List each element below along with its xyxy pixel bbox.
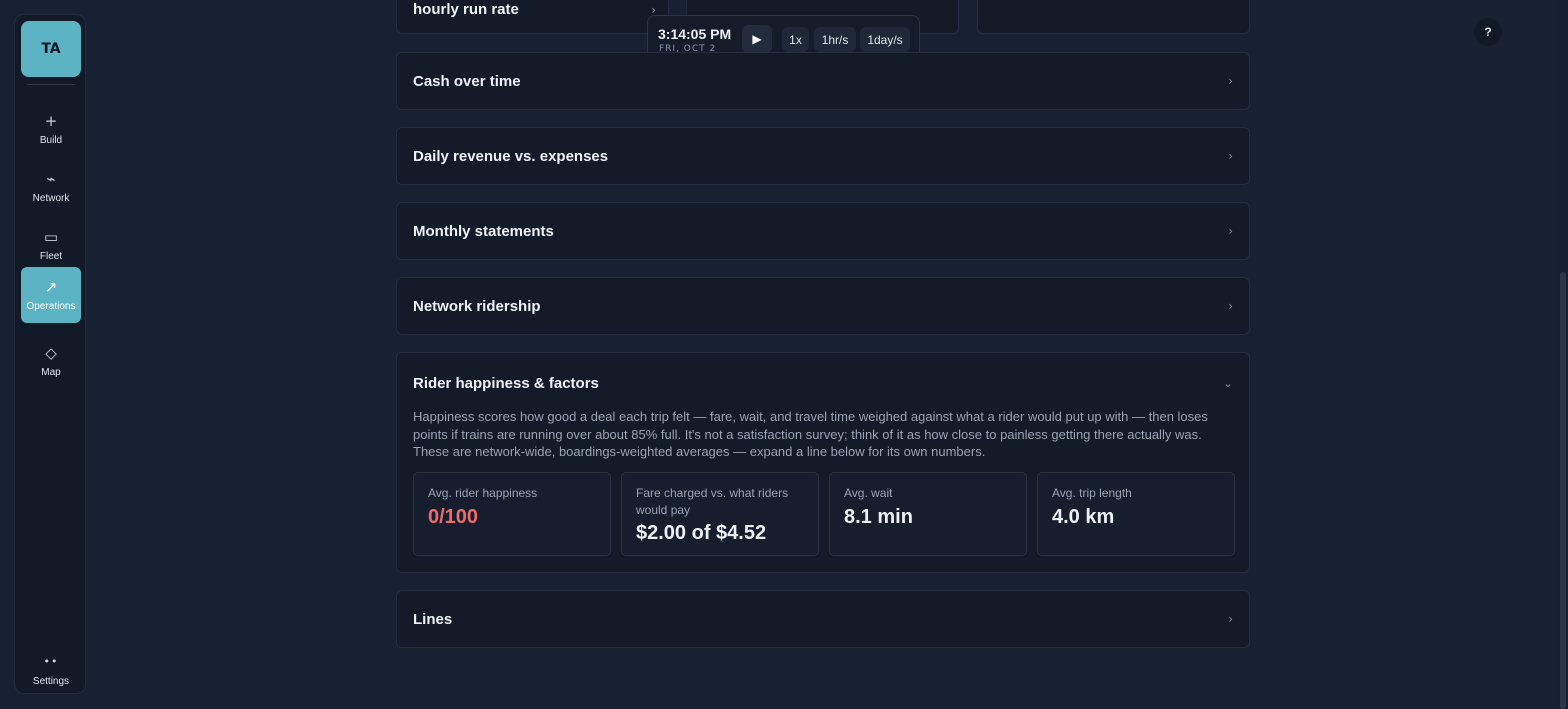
arrow-up-right-icon: ↗	[44, 277, 58, 296]
sidebar-item-label: Settings	[32, 675, 70, 687]
sidebar-item-operations[interactable]: ↗ Operations	[21, 267, 81, 323]
metric-label: Avg. wait	[844, 486, 893, 500]
avatar[interactable]: TA	[21, 21, 81, 77]
speed-1x-button[interactable]: 1x	[782, 27, 809, 52]
sidebar-item-label: Build	[39, 134, 63, 146]
app-root: TA + Build ⌁ Network ▭ Fleet ↗ Operation…	[0, 0, 1568, 709]
section-header[interactable]: Network ridership ›	[413, 278, 1233, 334]
scrollbar-thumb[interactable]	[1560, 272, 1566, 709]
chevron-right-icon: ›	[1228, 299, 1233, 313]
dots-icon: ••	[43, 654, 59, 668]
sidebar-item-label: Map	[41, 366, 61, 378]
sidebar-divider	[27, 84, 75, 85]
clock-time: 3:14:05 PM	[658, 26, 732, 42]
section-header[interactable]: Lines ›	[413, 591, 1233, 647]
chevron-right-icon: ›	[1228, 224, 1233, 238]
section-title: Cash over time	[413, 72, 521, 90]
section-title: Monthly statements	[413, 222, 554, 240]
section-network-ridership: Network ridership ›	[396, 277, 1250, 335]
section-cash-over-time: Cash over time ›	[396, 52, 1250, 110]
metric-card-wait: Avg. wait 8.1 min	[829, 472, 1027, 556]
metric-value: $2.00 of $4.52	[636, 522, 767, 544]
stat-card-title: hourly run rate	[413, 1, 519, 18]
chevron-right-icon: ›	[1228, 149, 1233, 163]
sidebar-item-label: Network	[32, 192, 70, 204]
metric-card-fare: Fare charged vs. what riders would pay $…	[621, 472, 819, 556]
metric-value: 4.0 km	[1052, 506, 1115, 528]
plus-icon: +	[44, 111, 58, 130]
sidebar-item-fleet[interactable]: ▭ Fleet	[21, 217, 81, 273]
speed-1day-button[interactable]: 1day/s	[860, 27, 910, 52]
section-header[interactable]: Monthly statements ›	[413, 203, 1233, 259]
speed-1hr-button[interactable]: 1hr/s	[814, 27, 856, 52]
fleet-icon: ▭	[43, 227, 59, 246]
play-button[interactable]: ▶	[742, 25, 772, 53]
diamond-icon: ◇	[45, 343, 57, 362]
section-title: Rider happiness & factors	[413, 374, 599, 392]
sidebar-item-label: Fleet	[39, 250, 63, 262]
section-description: Happiness scores how good a deal each tr…	[413, 409, 1208, 459]
sidebar: TA + Build ⌁ Network ▭ Fleet ↗ Operation…	[14, 14, 86, 694]
section-monthly-statements: Monthly statements ›	[396, 202, 1250, 260]
sidebar-item-label: Operations	[26, 300, 76, 312]
section-title: Daily revenue vs. expenses	[413, 147, 609, 165]
section-title: Network ridership	[413, 297, 541, 315]
section-title: Lines	[413, 610, 453, 628]
chevron-right-icon: ›	[1228, 74, 1233, 88]
stat-card	[977, 0, 1250, 34]
section-header[interactable]: Rider happiness & factors ⌄	[413, 353, 1233, 413]
chevron-down-icon: ⌄	[1222, 376, 1233, 390]
section-daily-revenue: Daily revenue vs. expenses ›	[396, 127, 1250, 185]
metric-value: 8.1 min	[844, 506, 913, 528]
metric-card-trip-length: Avg. trip length 4.0 km	[1037, 472, 1235, 556]
metric-value: 0/100	[428, 506, 479, 528]
play-icon: ▶	[752, 32, 762, 46]
metric-label: Avg. rider happiness	[428, 486, 538, 500]
help-button[interactable]: ?	[1474, 18, 1502, 46]
section-rider-happiness: Rider happiness & factors ⌄ Happiness sc…	[396, 352, 1250, 573]
sidebar-item-map[interactable]: ◇ Map	[21, 333, 81, 389]
metric-label: Fare charged vs. what riders would pay	[636, 486, 789, 517]
metric-label: Avg. trip length	[1052, 486, 1132, 500]
stat-card-hourly-run-rate: hourly run rate ›	[396, 0, 669, 34]
metric-card-happiness: Avg. rider happiness 0/100	[413, 472, 611, 556]
network-icon: ⌁	[46, 169, 56, 188]
sidebar-item-network[interactable]: ⌁ Network	[21, 159, 81, 215]
section-lines: Lines ›	[396, 590, 1250, 648]
chevron-right-icon: ›	[1228, 612, 1233, 626]
section-header[interactable]: Daily revenue vs. expenses ›	[413, 128, 1233, 184]
sidebar-item-build[interactable]: + Build	[21, 101, 81, 157]
sidebar-item-settings[interactable]: •• Settings	[21, 642, 81, 698]
section-header[interactable]: Cash over time ›	[413, 53, 1233, 109]
